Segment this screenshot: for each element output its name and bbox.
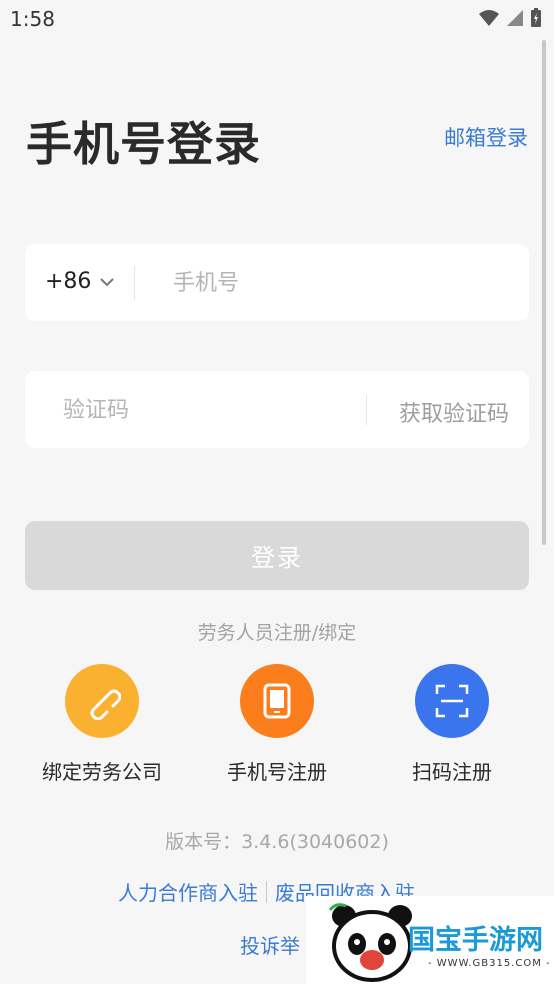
battery-icon xyxy=(531,8,541,27)
scan-register-label: 扫码注册 xyxy=(412,760,492,784)
bind-company-label: 绑定劳务公司 xyxy=(42,760,162,784)
phone-field: +86 xyxy=(25,244,529,321)
watermark: 国宝手游网 - WWW.GB315.COM - xyxy=(306,896,554,984)
scan-register-icon-circle xyxy=(415,664,489,738)
watermark-url: - WWW.GB315.COM - xyxy=(428,958,551,969)
link-separator xyxy=(266,880,267,903)
status-time: 1:58 xyxy=(10,7,55,31)
code-field: 获取验证码 xyxy=(25,371,529,448)
link-icon xyxy=(90,689,121,720)
watermark-text: 国宝手游网 xyxy=(408,925,543,956)
country-code: +86 xyxy=(45,269,92,294)
login-button[interactable]: 登录 xyxy=(25,521,529,590)
chevron-down-icon xyxy=(100,277,115,286)
page-title: 手机号登录 xyxy=(26,117,261,171)
version-text: 版本号：3.4.6(3040602) xyxy=(165,831,389,853)
phone-register-button[interactable]: 手机号注册 xyxy=(197,664,357,785)
status-icons xyxy=(478,8,542,28)
bind-company-icon-circle xyxy=(65,664,139,738)
phone-register-label: 手机号注册 xyxy=(227,760,327,784)
phone-register-icon-circle xyxy=(240,664,314,738)
country-code-selector[interactable]: +86 xyxy=(45,269,115,294)
scan-register-button[interactable]: 扫码注册 xyxy=(372,664,532,785)
scrollbar[interactable] xyxy=(542,40,546,545)
email-login-link[interactable]: 邮箱登录 xyxy=(444,122,528,152)
wifi-icon xyxy=(479,10,499,26)
phone-number-input[interactable] xyxy=(173,264,493,302)
field-divider xyxy=(366,395,367,425)
complaint-link[interactable]: 投诉举 xyxy=(240,930,300,959)
status-bar: 1:58 xyxy=(0,0,554,38)
partner-link[interactable]: 人力合作商入驻 xyxy=(118,877,258,906)
get-code-button[interactable]: 获取验证码 xyxy=(399,396,509,428)
panda-logo-icon xyxy=(328,903,412,982)
verification-code-input[interactable] xyxy=(63,391,363,429)
signal-icon xyxy=(507,10,523,26)
phone-icon xyxy=(263,683,291,719)
scan-icon xyxy=(435,684,469,718)
field-divider xyxy=(134,266,135,300)
bind-company-button[interactable]: 绑定劳务公司 xyxy=(22,664,182,785)
register-section-title: 劳务人员注册/绑定 xyxy=(197,622,357,644)
